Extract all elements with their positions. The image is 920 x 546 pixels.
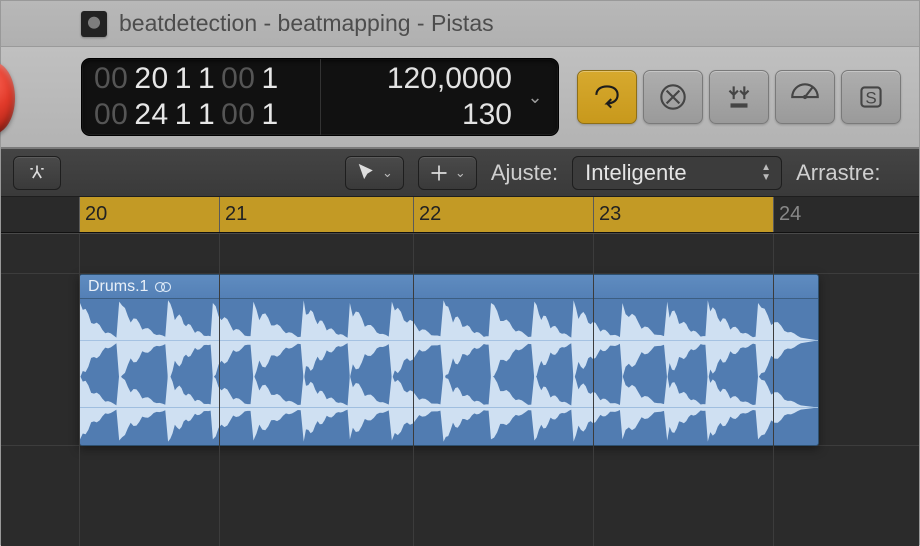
loc-top-div: 1 [198, 61, 215, 97]
replace-icon [722, 80, 756, 114]
timeline-ruler[interactable]: 20 21 22 23 24 [1, 197, 919, 233]
filter-button[interactable] [13, 156, 61, 190]
lcd-display[interactable]: 0020 1 1 001 0024 1 1 001 120,0000 130 ⌄ [81, 58, 559, 136]
ruler-tick[interactable]: 21 [219, 197, 247, 232]
record-button[interactable] [0, 53, 15, 143]
lcd-tempo[interactable]: 120,0000 130 [320, 59, 520, 135]
record-icon [0, 62, 15, 134]
window-title: beatdetection - beatmapping - Pistas [119, 10, 494, 37]
snap-mode-dropdown[interactable]: Inteligente ▲▼ [572, 156, 782, 190]
ruler-tick[interactable]: 24 [773, 197, 801, 232]
metronome-icon [788, 80, 822, 114]
chevron-down-icon: ⌄ [455, 165, 466, 181]
cancel-icon [656, 80, 690, 114]
loc-top-tick: 1 [262, 61, 279, 97]
gridline [413, 234, 414, 546]
app-icon [81, 11, 107, 37]
gridline [219, 234, 220, 546]
ruler-tick[interactable]: 22 [413, 197, 441, 232]
region-header[interactable]: Drums.1 [80, 275, 818, 299]
transport-toolbar: 0020 1 1 001 0024 1 1 001 120,0000 130 ⌄ [1, 47, 919, 149]
alt-tool-button[interactable]: ⌄ [418, 156, 477, 190]
cycle-button[interactable] [577, 70, 637, 124]
loc-bot-bar: 24 [134, 97, 168, 133]
tempo-bottom: 130 [462, 97, 512, 133]
ruler-tick[interactable]: 20 [79, 197, 107, 232]
ruler-tick[interactable]: 23 [593, 197, 621, 232]
gridline [773, 234, 774, 546]
pointer-icon [356, 163, 376, 183]
loc-top-beat: 1 [175, 61, 192, 97]
loc-top-bar: 20 [134, 61, 168, 97]
loc-bot-tick: 1 [262, 97, 279, 133]
loc-bot-beat: 1 [175, 97, 192, 133]
cycle-icon [590, 80, 624, 114]
solo-icon: S [854, 80, 888, 114]
loc-bot-pre: 00 [94, 97, 128, 133]
chevron-down-icon: ⌄ [382, 165, 393, 181]
gridline [593, 234, 594, 546]
solo-button[interactable]: S [841, 70, 901, 124]
tracks-area[interactable]: Drums.1 [1, 233, 919, 546]
tracks-toolbar: ⌄ ⌄ Ajuste: Inteligente ▲▼ Arrastre: [1, 149, 919, 197]
snap-label: Ajuste: [491, 160, 558, 186]
loc-bot-tickpre: 00 [221, 97, 255, 133]
stereo-icon [154, 280, 172, 294]
crosshair-icon [429, 163, 449, 183]
loc-bot-div: 1 [198, 97, 215, 133]
toolbar-button-group: S [577, 70, 901, 124]
snap-mode-value: Inteligente [585, 160, 687, 186]
filter-icon [27, 163, 47, 183]
metronome-button[interactable] [775, 70, 835, 124]
window-titlebar: beatdetection - beatmapping - Pistas [1, 1, 919, 47]
track-lane-spacer [1, 234, 919, 274]
loc-top-pre: 00 [94, 61, 128, 97]
cancel-button[interactable] [643, 70, 703, 124]
loc-top-tickpre: 00 [221, 61, 255, 97]
replace-button[interactable] [709, 70, 769, 124]
audio-region[interactable]: Drums.1 [79, 274, 819, 446]
region-name: Drums.1 [88, 278, 148, 296]
updown-icon: ▲▼ [761, 164, 771, 182]
svg-text:S: S [865, 88, 876, 107]
gridline [79, 234, 80, 546]
lcd-dropdown-icon[interactable]: ⌄ [520, 59, 550, 135]
drag-label: Arrastre: [796, 160, 880, 186]
lcd-locator[interactable]: 0020 1 1 001 0024 1 1 001 [82, 59, 320, 135]
tempo-top: 120,0000 [387, 61, 512, 97]
waveform [80, 299, 818, 445]
pointer-tool-button[interactable]: ⌄ [345, 156, 404, 190]
